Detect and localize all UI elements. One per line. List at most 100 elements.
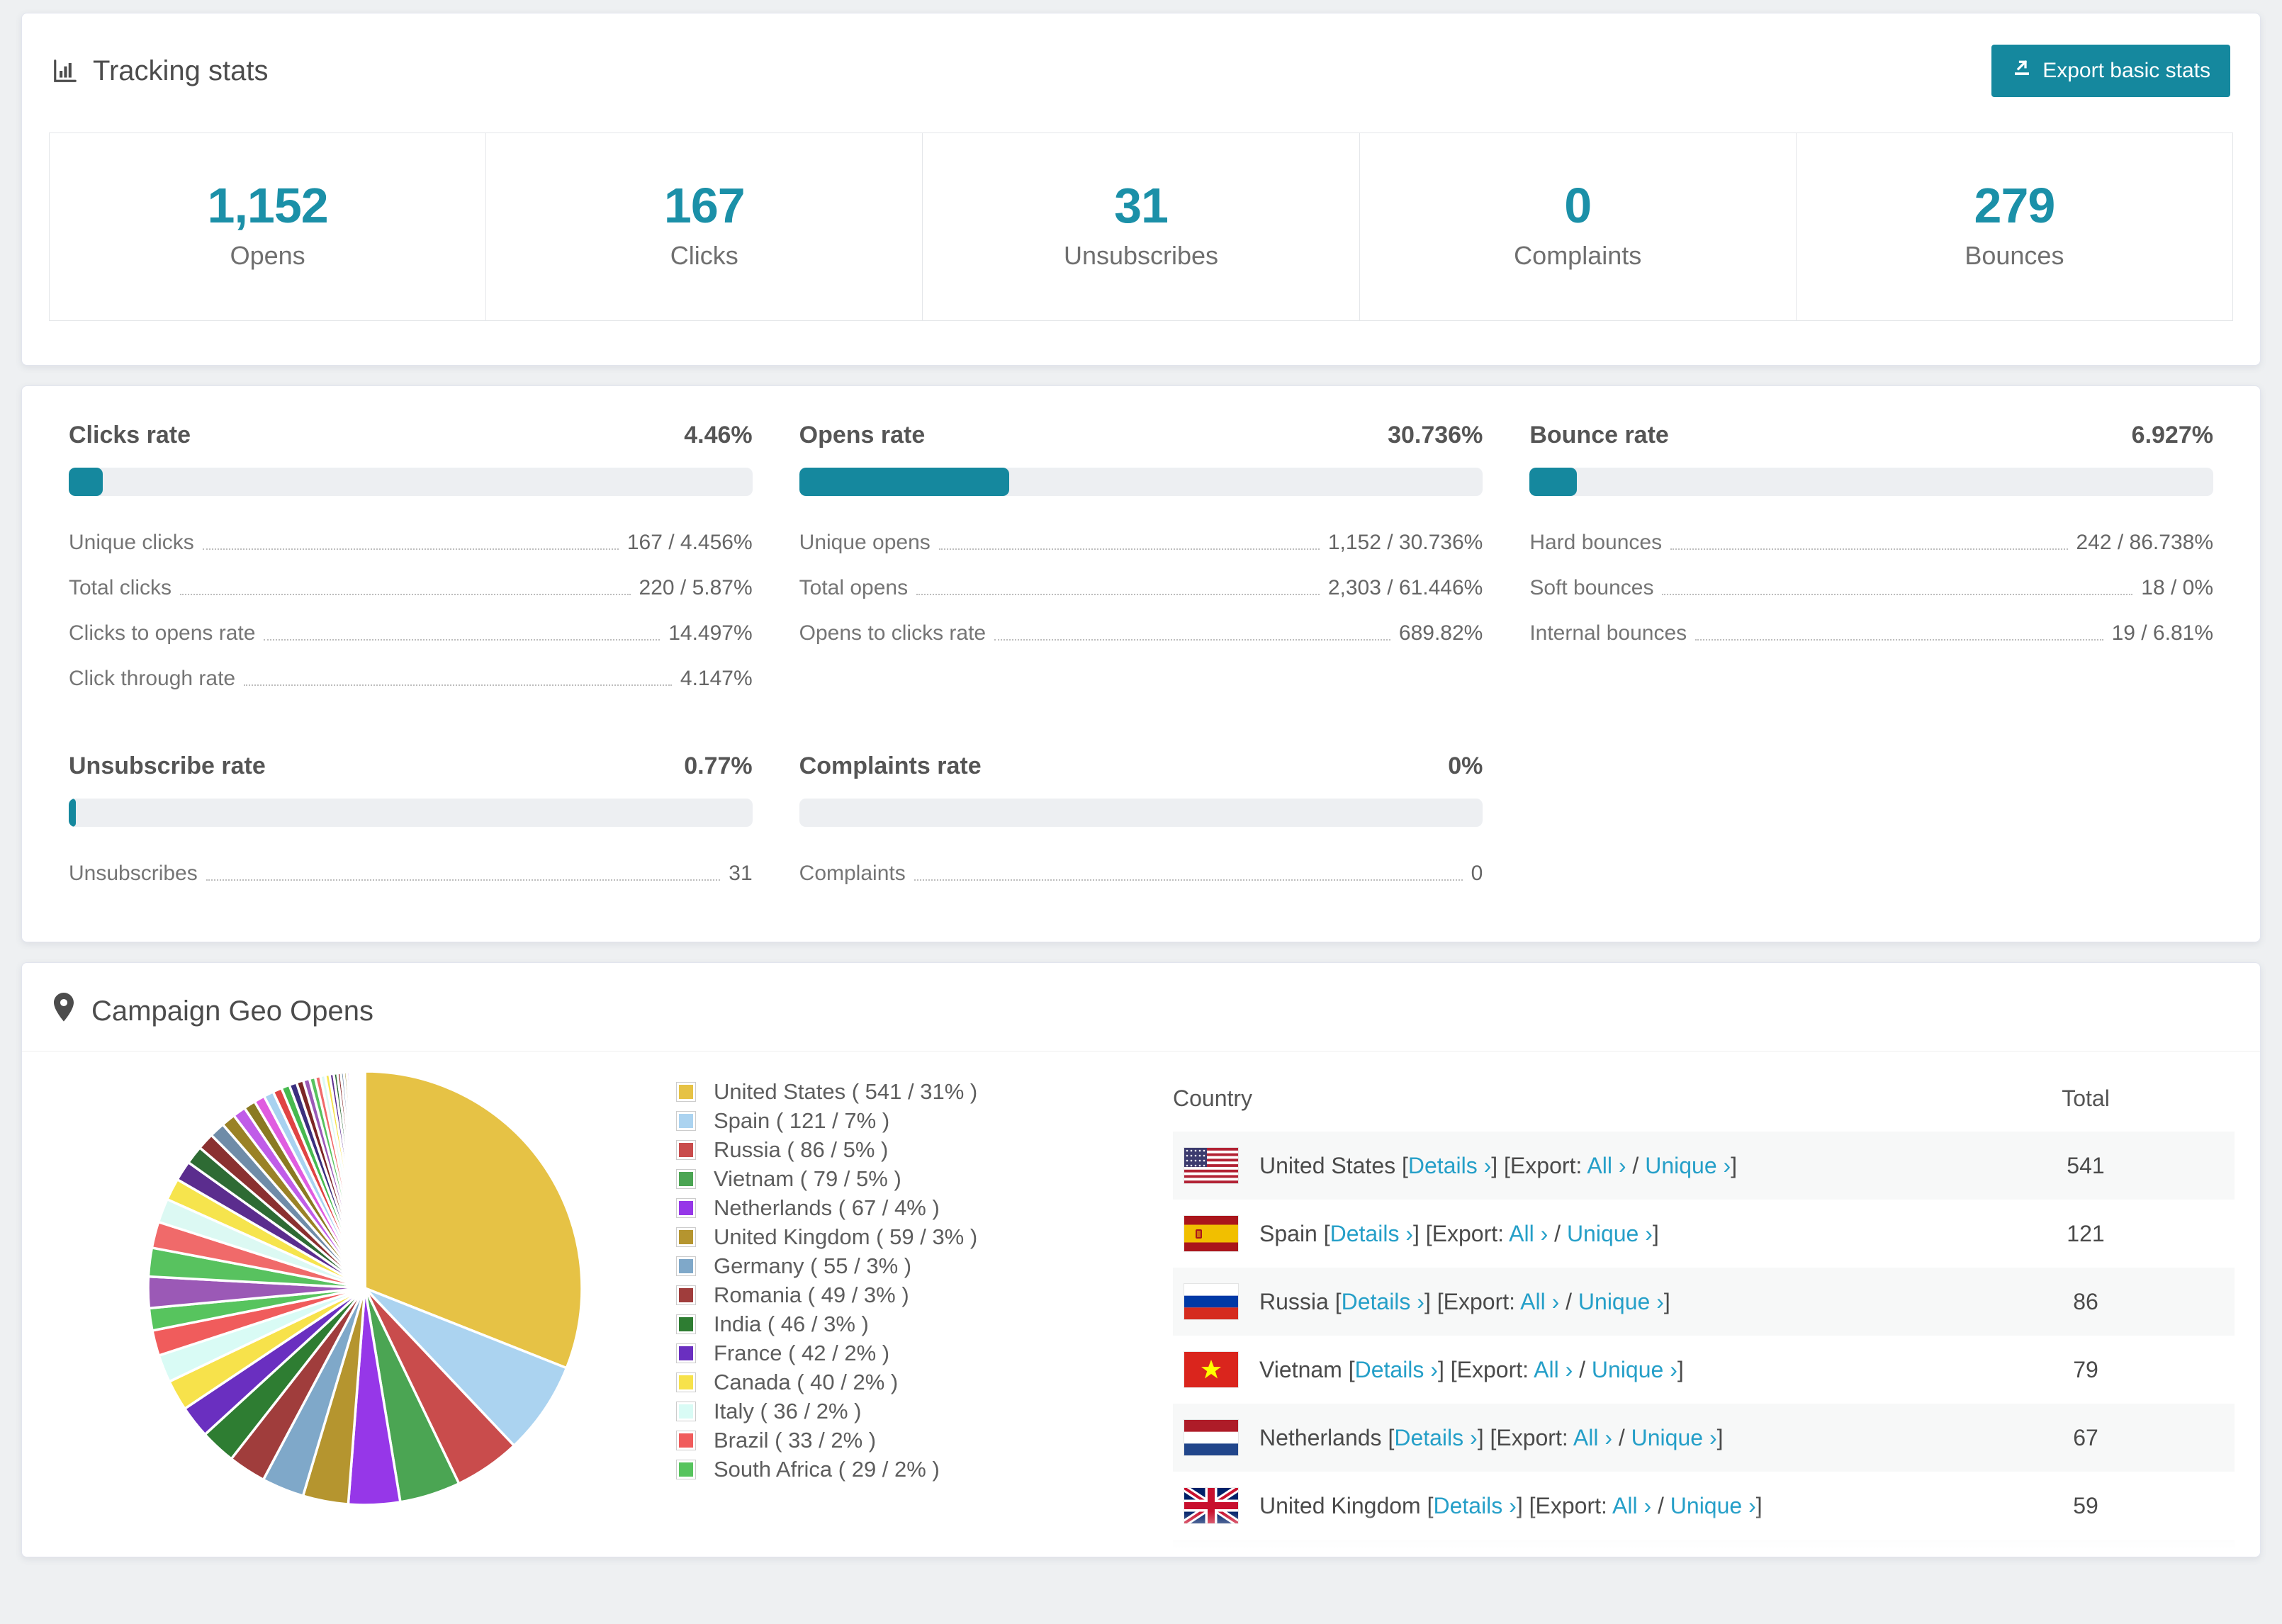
export-unique-link[interactable]: Unique › bbox=[1645, 1153, 1731, 1178]
rate-stat-row: Click through rate 4.147% bbox=[69, 667, 753, 690]
geo-legend: United States ( 541 / 31% ) Spain ( 121 /… bbox=[676, 1059, 1173, 1484]
tracking-stats-header: Tracking stats Export basic stats bbox=[22, 13, 2260, 118]
legend-swatch bbox=[676, 1256, 696, 1276]
export-all-link[interactable]: All › bbox=[1573, 1425, 1612, 1450]
panel-title: Clicks rate bbox=[69, 422, 191, 449]
legend-label: South Africa ( 29 / 2% ) bbox=[714, 1456, 940, 1482]
panel-value: 30.736% bbox=[1388, 422, 1483, 449]
export-icon bbox=[2011, 57, 2033, 84]
table-row-united-kingdom: United Kingdom [Details ›] [Export: All … bbox=[1173, 1472, 2235, 1540]
legend-item: South Africa ( 29 / 2% ) bbox=[676, 1455, 1173, 1484]
legend-swatch bbox=[676, 1401, 696, 1421]
legend-swatch bbox=[676, 1343, 696, 1363]
progress-bar bbox=[799, 799, 1483, 827]
details-link[interactable]: Details › bbox=[1433, 1493, 1516, 1518]
details-link[interactable]: Details › bbox=[1330, 1221, 1413, 1246]
export-all-link[interactable]: All › bbox=[1534, 1357, 1573, 1382]
legend-swatch bbox=[676, 1227, 696, 1247]
rate-stat-row: Total opens 2,303 / 61.446% bbox=[799, 576, 1483, 599]
legend-label: India ( 46 / 3% ) bbox=[714, 1311, 869, 1336]
country-name: United States bbox=[1259, 1152, 1396, 1178]
column-header-country: Country bbox=[1173, 1086, 1253, 1111]
stat-bounces: 279 Bounces bbox=[1797, 133, 2232, 320]
legend-label: Germany ( 55 / 3% ) bbox=[714, 1253, 912, 1278]
export-all-link[interactable]: All › bbox=[1587, 1153, 1626, 1178]
legend-swatch bbox=[676, 1197, 696, 1218]
export-unique-link[interactable]: Unique › bbox=[1592, 1357, 1677, 1382]
rate-panel-unsubscribe-rate: Unsubscribe rate 0.77% Unsubscribes 31 bbox=[69, 752, 753, 896]
panel-value: 0% bbox=[1448, 752, 1483, 779]
flag-vn-icon bbox=[1184, 1352, 1238, 1387]
details-link[interactable]: Details › bbox=[1355, 1357, 1438, 1382]
stats-summary-box: 1,152 Opens 167 Clicks 31 Unsubscribes 0 Compla… bbox=[49, 132, 2233, 321]
rate-stat-row: Unsubscribes 31 bbox=[69, 862, 753, 885]
export-all-link[interactable]: All › bbox=[1509, 1221, 1548, 1246]
geo-table-wrap: Country Total United States [Details ›] … bbox=[1173, 1059, 2235, 1557]
flag-de-icon bbox=[1184, 1556, 1238, 1557]
progress-bar bbox=[69, 799, 753, 827]
flag-gb-icon bbox=[1184, 1488, 1238, 1523]
rate-panel-bounce-rate: Bounce rate 6.927% Hard bounces 242 / 86.73… bbox=[1529, 422, 2213, 701]
campaign-geo-opens-card: Campaign Geo Opens United States ( 541 /… bbox=[21, 962, 2261, 1557]
progress-bar bbox=[799, 468, 1483, 496]
country-name: Vietnam bbox=[1259, 1356, 1342, 1382]
stat-label: Opens bbox=[230, 241, 305, 270]
rate-stat-row: Unique clicks 167 / 4.456% bbox=[69, 531, 753, 554]
total-value: 121 bbox=[2067, 1220, 2105, 1246]
flag-ru-icon bbox=[1184, 1284, 1238, 1319]
export-basic-stats-button[interactable]: Export basic stats bbox=[1991, 45, 2230, 97]
legend-label: United Kingdom ( 59 / 3% ) bbox=[714, 1224, 978, 1249]
stat-opens: 1,152 Opens bbox=[50, 133, 487, 320]
country-name-and-links: United Kingdom [Details ›] [Export: All … bbox=[1259, 1492, 1763, 1518]
legend-label: Canada ( 40 / 2% ) bbox=[714, 1369, 899, 1394]
stat-label: Complaints bbox=[1514, 241, 1642, 270]
legend-item: Netherlands ( 67 / 4% ) bbox=[676, 1193, 1173, 1222]
legend-item: Germany ( 55 / 3% ) bbox=[676, 1251, 1173, 1280]
legend-item: Canada ( 40 / 2% ) bbox=[676, 1368, 1173, 1397]
panel-title: Bounce rate bbox=[1529, 422, 1669, 449]
stat-complaints: 0 Complaints bbox=[1360, 133, 1797, 320]
legend-label: Spain ( 121 / 7% ) bbox=[714, 1107, 890, 1133]
panel-title: Complaints rate bbox=[799, 752, 982, 779]
legend-item: Romania ( 49 / 3% ) bbox=[676, 1280, 1173, 1309]
rate-stat-row: Soft bounces 18 / 0% bbox=[1529, 576, 2213, 599]
page-title: Tracking stats bbox=[93, 55, 269, 86]
flag-es-icon bbox=[1184, 1216, 1238, 1251]
dashboard-page: Tracking stats Export basic stats 1,152 O… bbox=[0, 0, 2282, 1557]
column-header-total: Total bbox=[2062, 1086, 2110, 1111]
export-unique-link[interactable]: Unique › bbox=[1670, 1493, 1756, 1518]
details-link[interactable]: Details › bbox=[1394, 1425, 1477, 1450]
stat-value: 279 bbox=[1974, 178, 2056, 233]
country-name-and-links: United States [Details ›] [Export: All ›… bbox=[1259, 1152, 1738, 1178]
details-link[interactable]: Details › bbox=[1408, 1153, 1491, 1178]
export-all-link[interactable]: All › bbox=[1612, 1493, 1651, 1518]
rate-stat-row: Hard bounces 242 / 86.738% bbox=[1529, 531, 2213, 554]
geo-title: Campaign Geo Opens bbox=[91, 995, 374, 1027]
country-name: Spain bbox=[1259, 1220, 1317, 1246]
panel-value: 6.927% bbox=[2131, 422, 2213, 449]
legend-label: United States ( 541 / 31% ) bbox=[714, 1078, 978, 1104]
stat-value: 167 bbox=[663, 178, 746, 233]
total-value: 79 bbox=[2073, 1356, 2098, 1382]
geo-table: Country Total United States [Details ›] … bbox=[1173, 1067, 2235, 1557]
legend-item: France ( 42 / 2% ) bbox=[676, 1338, 1173, 1368]
table-row-clipped bbox=[1173, 1540, 2235, 1557]
export-unique-link[interactable]: Unique › bbox=[1631, 1425, 1717, 1450]
total-value: 59 bbox=[2073, 1492, 2098, 1518]
legend-label: Russia ( 86 / 5% ) bbox=[714, 1137, 889, 1162]
export-all-link[interactable]: All › bbox=[1520, 1289, 1559, 1314]
legend-label: Brazil ( 33 / 2% ) bbox=[714, 1427, 877, 1453]
rate-stat-row: Total clicks 220 / 5.87% bbox=[69, 576, 753, 599]
legend-swatch bbox=[676, 1139, 696, 1160]
table-row-vietnam: Vietnam [Details ›] [Export: All › / Uni… bbox=[1173, 1336, 2235, 1404]
export-unique-link[interactable]: Unique › bbox=[1567, 1221, 1653, 1246]
pie-slice bbox=[362, 1070, 366, 1290]
rates-card: Clicks rate 4.46% Unique clicks 167 / 4.456… bbox=[21, 385, 2261, 942]
country-name-and-links: Netherlands [Details ›] [Export: All › /… bbox=[1259, 1424, 1724, 1450]
table-row-russia: Russia [Details ›] [Export: All › / Uniq… bbox=[1173, 1268, 2235, 1336]
details-link[interactable]: Details › bbox=[1342, 1289, 1424, 1314]
export-unique-link[interactable]: Unique › bbox=[1578, 1289, 1664, 1314]
stat-label: Clicks bbox=[670, 241, 738, 270]
legend-label: Netherlands ( 67 / 4% ) bbox=[714, 1195, 940, 1220]
legend-swatch bbox=[676, 1314, 696, 1334]
